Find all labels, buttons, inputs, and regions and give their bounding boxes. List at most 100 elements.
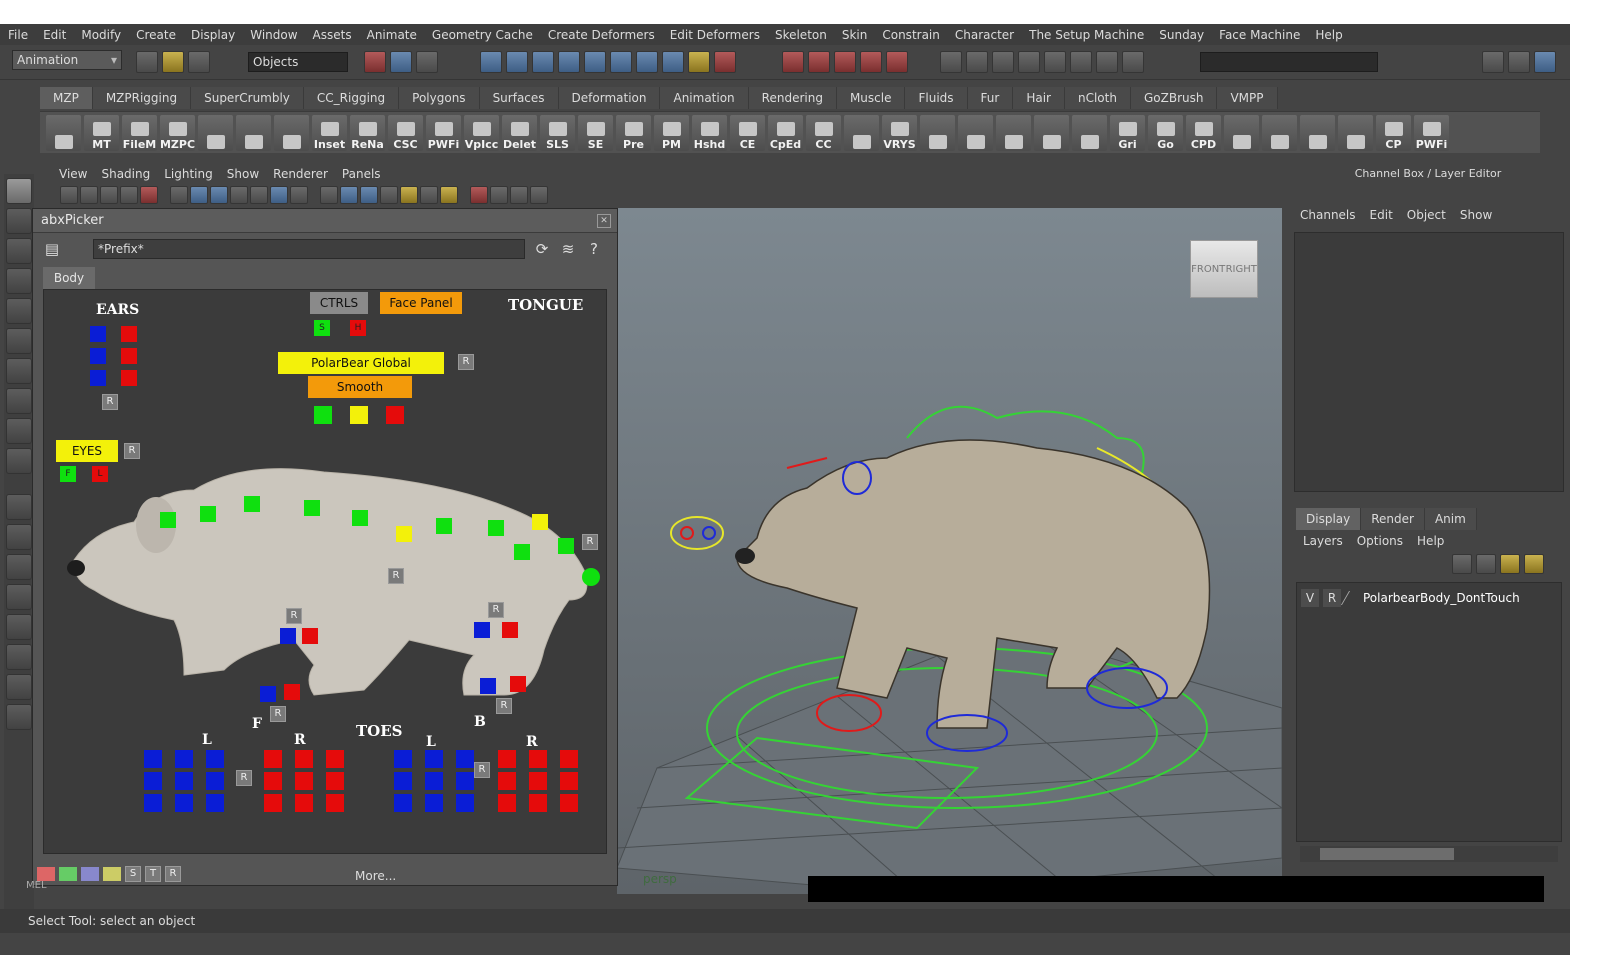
shelf-button-21[interactable]: CC xyxy=(806,114,841,151)
view-cube-right[interactable]: RIGHT xyxy=(1226,264,1257,275)
menu-display[interactable]: Display xyxy=(191,28,235,42)
move-layer-down-icon[interactable] xyxy=(1476,554,1496,574)
select-handle-icon[interactable] xyxy=(480,51,502,73)
cb-menu-object[interactable]: Object xyxy=(1407,208,1446,222)
select-render-icon[interactable] xyxy=(636,51,658,73)
file-icon[interactable]: ▤ xyxy=(41,239,63,259)
shelf-button-5[interactable] xyxy=(198,114,233,151)
menu-animate[interactable]: Animate xyxy=(367,28,417,42)
grid-icon[interactable] xyxy=(170,186,188,204)
shelf-button-25[interactable] xyxy=(958,114,993,151)
shelf-tab-muscle[interactable]: Muscle xyxy=(836,87,906,109)
shelf-button-14[interactable]: SLS xyxy=(540,114,575,151)
isolate-select-icon[interactable] xyxy=(470,186,488,204)
shelf-button-37[interactable]: PWFi xyxy=(1414,114,1449,151)
menu-skin[interactable]: Skin xyxy=(842,28,868,42)
new-empty-layer-icon[interactable] xyxy=(1500,554,1520,574)
construction-history-icon[interactable] xyxy=(992,51,1014,73)
layout-outliner-icon[interactable] xyxy=(6,584,32,610)
shelf-button-31[interactable]: CPD xyxy=(1186,114,1221,151)
color-swatch-red[interactable] xyxy=(37,867,55,881)
menu-create[interactable]: Create xyxy=(136,28,176,42)
safe-action-icon[interactable] xyxy=(270,186,288,204)
back-foot-left[interactable] xyxy=(480,678,496,694)
menu-help[interactable]: Help xyxy=(1315,28,1342,42)
snap-grid-icon[interactable] xyxy=(782,51,804,73)
front-right-toe-5[interactable] xyxy=(295,772,313,790)
tab-body[interactable]: Body xyxy=(43,267,95,289)
refresh-icon[interactable]: ⟳ xyxy=(531,239,553,259)
panel-menu-show[interactable]: Show xyxy=(227,167,259,181)
le-menu-options[interactable]: Options xyxy=(1357,534,1403,548)
hide-button[interactable]: H xyxy=(350,320,366,336)
ear-right-1[interactable] xyxy=(121,326,137,342)
back-left-toe-6[interactable] xyxy=(456,772,474,790)
show-manipulator-icon[interactable] xyxy=(6,418,32,444)
open-scene-icon[interactable] xyxy=(162,51,184,73)
object-mode-icon[interactable] xyxy=(390,51,412,73)
front-left-toe-2[interactable] xyxy=(175,750,193,768)
eyes-button[interactable]: EYES xyxy=(56,440,118,462)
layout-custom-icon[interactable] xyxy=(6,674,32,700)
shelf-tab-gozbrush[interactable]: GoZBrush xyxy=(1130,87,1218,109)
shelf-tab-supercrumbly[interactable]: SuperCrumbly xyxy=(191,87,304,109)
back-foot-right[interactable] xyxy=(510,676,526,692)
shelf-button-17[interactable]: PM xyxy=(654,114,689,151)
shelf-button-22[interactable] xyxy=(844,114,879,151)
textured-icon[interactable] xyxy=(380,186,398,204)
paint-select-tool-icon[interactable] xyxy=(6,238,32,264)
back-right-toe-2[interactable] xyxy=(529,750,547,768)
new-scene-icon[interactable] xyxy=(136,51,158,73)
layer-reference-toggle[interactable]: R xyxy=(1323,589,1341,607)
shelf-button-33[interactable] xyxy=(1262,114,1297,151)
manipulator-tool-icon[interactable] xyxy=(6,358,32,384)
cb-menu-show[interactable]: Show xyxy=(1460,208,1492,222)
shelf-button-30[interactable]: Go xyxy=(1148,114,1183,151)
layout-four-icon[interactable] xyxy=(6,524,32,550)
tail-reset-button[interactable]: R xyxy=(582,534,598,550)
prefix-field[interactable]: *Prefix* xyxy=(93,239,525,259)
spine-control-7[interactable] xyxy=(436,518,452,534)
shelf-tab-fluids[interactable]: Fluids xyxy=(905,87,968,109)
shelf-button-19[interactable]: CE xyxy=(730,114,765,151)
backface-culling-icon[interactable] xyxy=(530,186,548,204)
select-joint-icon[interactable] xyxy=(506,51,528,73)
ears-reset-button[interactable]: R xyxy=(102,394,118,410)
field-chart-icon[interactable] xyxy=(250,186,268,204)
spine-control-5[interactable] xyxy=(352,510,368,526)
layer-editor-scrollbar[interactable] xyxy=(1300,846,1558,862)
bottom-s-button[interactable]: S xyxy=(125,866,141,882)
menu-geometry-cache[interactable]: Geometry Cache xyxy=(432,28,533,42)
front-foot-left[interactable] xyxy=(260,686,276,702)
back-right-toe-1[interactable] xyxy=(498,750,516,768)
shelf-button-11[interactable]: PWFi xyxy=(426,114,461,151)
shelf-tab-vmpp[interactable]: VMPP xyxy=(1217,87,1278,109)
panel-menu-shading[interactable]: Shading xyxy=(101,167,150,181)
back-toes-reset-button[interactable]: R xyxy=(474,762,490,778)
snap-live-icon[interactable] xyxy=(886,51,908,73)
gate-mask-icon[interactable] xyxy=(230,186,248,204)
bookmark-icon[interactable] xyxy=(100,186,118,204)
front-foot-right[interactable] xyxy=(284,684,300,700)
eyes-local-button[interactable]: L xyxy=(92,466,108,482)
xray-joints-icon[interactable] xyxy=(510,186,528,204)
back-left-toe-9[interactable] xyxy=(456,794,474,812)
resolution-gate-icon[interactable] xyxy=(210,186,228,204)
front-left-toe-5[interactable] xyxy=(175,772,193,790)
spine-control-2[interactable] xyxy=(200,506,216,522)
shelf-button-20[interactable]: CpEd xyxy=(768,114,803,151)
back-leg-right[interactable] xyxy=(502,622,518,638)
ear-left-3[interactable] xyxy=(90,370,106,386)
shelf-button-15[interactable]: SE xyxy=(578,114,613,151)
menu-modify[interactable]: Modify xyxy=(81,28,121,42)
image-plane-icon[interactable] xyxy=(120,186,138,204)
snap-curve-icon[interactable] xyxy=(808,51,830,73)
smooth-button[interactable]: Smooth xyxy=(308,376,412,398)
back-right-toe-5[interactable] xyxy=(529,772,547,790)
channel-box-area[interactable] xyxy=(1294,232,1564,492)
color-swatch-yellow[interactable] xyxy=(103,867,121,881)
shelf-button-32[interactable] xyxy=(1224,114,1259,151)
shelf-button-16[interactable]: Pre xyxy=(616,114,651,151)
new-layer-from-selection-icon[interactable] xyxy=(1524,554,1544,574)
tail-control-1[interactable] xyxy=(558,538,574,554)
